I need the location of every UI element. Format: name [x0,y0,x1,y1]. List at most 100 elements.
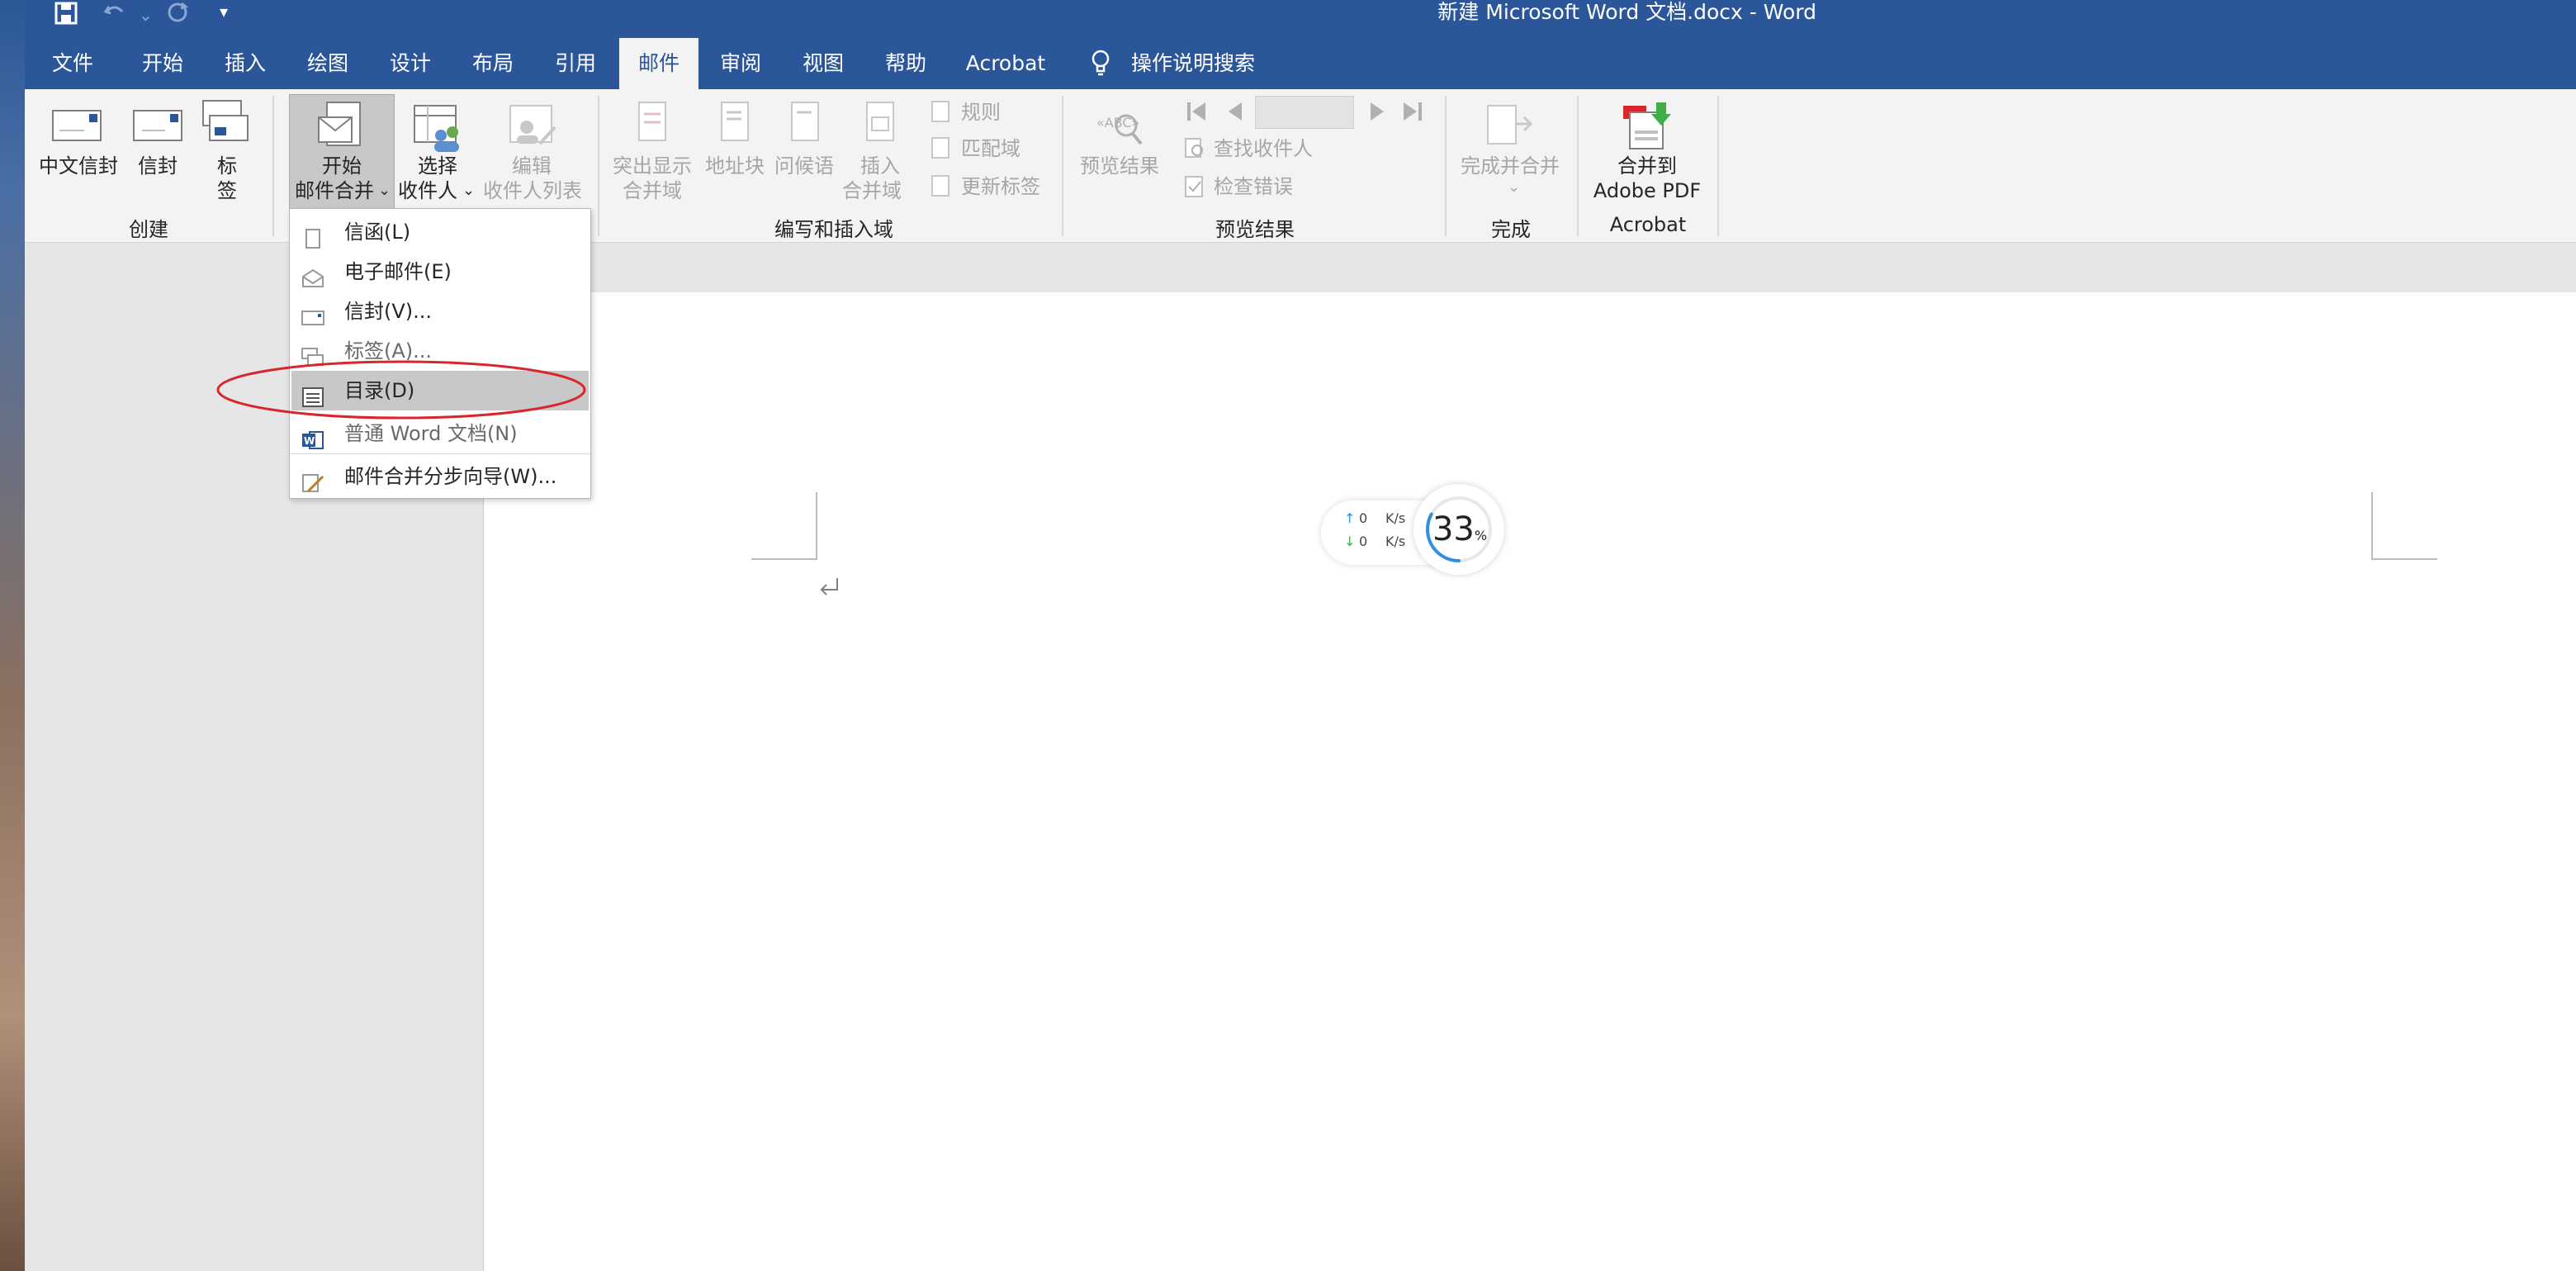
envelope-icon [132,106,183,144]
letter-icon [301,222,324,249]
menu-item-letters[interactable]: 信函(L) [291,212,589,252]
undo-icon[interactable] [102,0,127,25]
insert-merge-field-line2: 合并域 [842,179,902,202]
greeting-line-icon [788,101,822,145]
redo-icon[interactable] [165,0,190,25]
upload-arrow-icon: ↑ [1344,510,1356,526]
group-divider [1577,96,1579,236]
match-fields-button: 匹配域 [961,137,1020,160]
labels-icon [201,99,253,152]
network-speed-widget: ↑ 0 K/s ↓ 0 K/s 33% [1321,484,1504,575]
tab-references[interactable]: 引用 [537,38,614,89]
start-merge-icon [315,99,367,152]
tab-view[interactable]: 视图 [784,38,862,89]
group-label-write-insert: 编写和插入域 [774,218,893,241]
start-merge-label-line2: 邮件合并 [295,179,374,202]
chevron-down-icon[interactable]: ⌄ [462,182,475,199]
edit-recipients-icon [507,102,560,154]
next-record-icon [1367,99,1387,124]
tab-home[interactable]: 开始 [124,38,201,89]
chinese-envelope-button[interactable]: 中文信封 [33,154,124,178]
save-icon[interactable] [54,2,79,26]
chevron-down-icon: ⌄ [1508,178,1521,196]
menu-item-envelopes[interactable]: 信封(V)... [291,292,589,331]
highlight-fields-line1: 突出显示 [613,154,692,178]
greeting-line-button: 问候语 [774,154,834,178]
upload-speed: 0 [1359,510,1368,526]
envelope-button[interactable]: 信封 [132,154,183,178]
tab-draw[interactable]: 绘图 [289,38,367,89]
tab-file[interactable]: 文件 [36,38,109,89]
update-labels-icon [931,175,949,197]
edit-recipients-label-line1: 编辑 [512,154,552,178]
record-number-input [1255,96,1354,129]
select-recipients-label-line1[interactable]: 选择 [405,154,471,178]
update-labels-button: 更新标签 [961,175,1040,198]
group-divider [1717,96,1719,236]
upload-unit: K/s [1385,510,1406,526]
tab-review[interactable]: 审阅 [702,38,779,89]
group-label-acrobat: Acrobat [1609,213,1687,236]
menu-item-step-by-step-wizard[interactable]: 邮件合并分步向导(W)... [291,457,589,496]
merge-to-pdf-line2[interactable]: Adobe PDF [1589,178,1706,203]
margin-mark-right [2371,492,2437,560]
tell-me-search[interactable]: 操作说明搜索 [1131,38,1255,89]
undo-dropdown-icon[interactable]: ⌄ [139,5,153,25]
download-unit: K/s [1385,534,1406,549]
labels-button-line1[interactable]: 标 [208,154,246,178]
menu-item-email[interactable]: 电子邮件(E) [291,252,589,292]
margin-mark-left [751,492,817,560]
window-title: 新建 Microsoft Word 文档.docx - Word [1437,0,1816,24]
first-record-icon [1184,99,1209,124]
document-page[interactable] [484,292,2576,1271]
preview-results-button: 预览结果 [1080,154,1159,178]
address-block-icon [718,101,751,145]
group-divider [598,96,599,236]
match-fields-icon [931,137,949,159]
merge-to-pdf-icon [1620,101,1678,152]
tab-mailings[interactable]: 邮件 [619,38,698,89]
word-doc-icon: W [301,424,324,449]
tab-layout[interactable]: 布局 [454,38,532,89]
download-speed: 0 [1359,534,1368,549]
group-label-preview: 预览结果 [1215,218,1295,241]
download-arrow-icon: ↓ [1344,534,1356,549]
tab-help[interactable]: 帮助 [867,38,945,89]
highlight-fields-icon [636,101,669,145]
highlight-oval [216,360,586,420]
rules-icon [931,101,949,122]
preview-results-icon: «ABC» [1093,106,1146,147]
paragraph-mark-icon [817,575,842,600]
check-errors-button: 检查错误 [1214,175,1293,198]
finish-merge-icon [1485,102,1537,149]
chinese-envelope-icon [51,106,102,144]
envelope-icon [301,301,324,325]
group-label-create: 创建 [129,218,168,241]
find-recipient-icon [1184,137,1207,160]
insert-merge-field-icon [864,101,897,145]
last-record-icon [1400,99,1425,124]
find-recipient-button: 查找收件人 [1214,137,1313,160]
tab-design[interactable]: 设计 [372,38,449,89]
finish-merge-button: 完成并合并 [1461,154,1560,178]
lightbulb-icon [1088,48,1113,78]
rules-button: 规则 [961,101,1001,124]
tab-acrobat[interactable]: Acrobat [958,38,1054,89]
merge-to-pdf-line1[interactable]: 合并到 [1602,154,1693,178]
highlight-fields-line2: 合并域 [623,179,682,202]
tab-insert[interactable]: 插入 [206,38,284,89]
insert-merge-field-line1: 插入 [860,154,900,178]
menu-divider [290,453,590,454]
start-mail-merge-menu: 信函(L) 电子邮件(E) 信封(V)... 标签(A)... 目录(D) W … [289,208,591,499]
desktop-edge [0,0,25,1271]
wizard-icon [301,467,324,493]
group-divider [1445,96,1447,236]
select-recipients-label-line2[interactable]: 收件人 [395,178,461,203]
group-label-finish: 完成 [1491,218,1531,241]
percent-sign: % [1474,528,1488,543]
start-merge-label-line1: 开始 [322,154,362,178]
email-icon [301,262,324,287]
labels-button-line2[interactable]: 签 [208,178,246,203]
customize-icon[interactable]: ▾ [220,2,228,21]
previous-record-icon [1225,99,1245,124]
